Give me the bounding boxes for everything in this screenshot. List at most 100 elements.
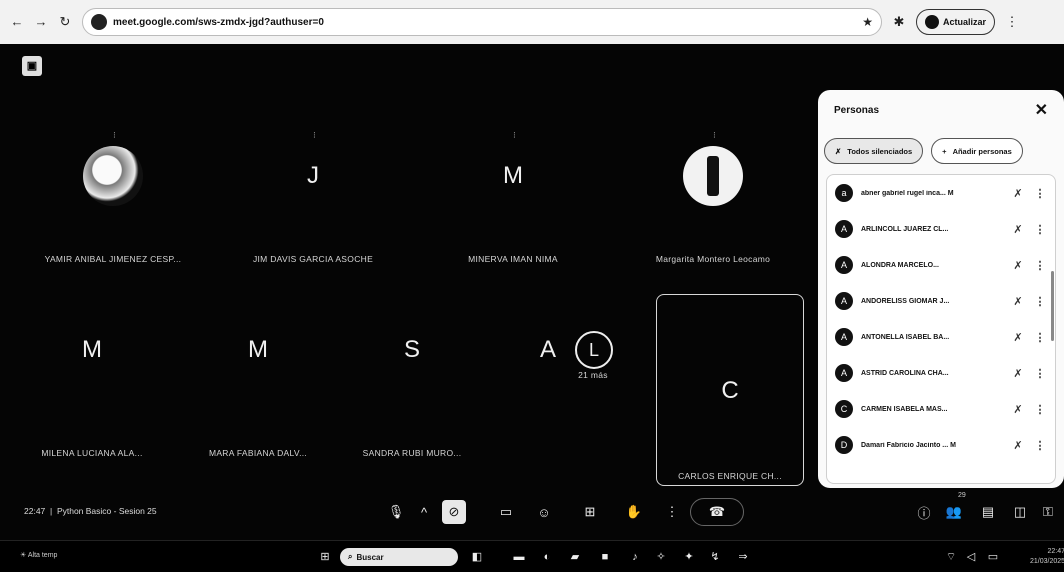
participant-avatar: S	[403, 336, 420, 363]
participant-tile[interactable]: ⁝ Margarita Montero Leocamo	[614, 74, 812, 264]
more-vert-icon[interactable]: ⋮	[1033, 367, 1047, 380]
mic-off-icon[interactable]: ✗	[1011, 259, 1025, 272]
weather-widget[interactable]: ☀ Alta temp	[20, 551, 57, 559]
more-vert-icon[interactable]: ⋮	[1033, 187, 1047, 200]
people-list[interactable]: a abner gabriel rugel inca... M ✗ ⋮ A AR…	[826, 174, 1056, 484]
extensions-icon[interactable]: ✱	[892, 15, 906, 29]
list-item[interactable]: A ANDORELISS GIOMAR J... ✗ ⋮	[827, 283, 1055, 319]
more-vert-icon[interactable]: ⋮	[1033, 403, 1047, 416]
url-text[interactable]: meet.google.com/sws-zmdx-jgd?authuser=0	[113, 17, 856, 28]
mic-off-icon[interactable]: ✗	[1011, 295, 1025, 308]
browser-menu-icon[interactable]: ⋮	[1005, 15, 1019, 29]
mic-options-chevron-icon[interactable]: ^	[412, 500, 436, 524]
browser-toolbar: ← → ↻ meet.google.com/sws-zmdx-jgd?authu…	[0, 0, 1064, 44]
more-vert-icon[interactable]: ⋮	[1033, 331, 1047, 344]
system-clock[interactable]: 22:47 21/03/2025	[1030, 547, 1064, 567]
forward-icon[interactable]: →	[34, 15, 48, 29]
address-bar[interactable]: meet.google.com/sws-zmdx-jgd?authuser=0 …	[82, 8, 882, 36]
bookmark-star-icon[interactable]: ★	[862, 15, 873, 29]
mic-off-icon[interactable]: ✗	[1011, 223, 1025, 236]
info-icon[interactable]: ⓘ	[912, 500, 936, 524]
add-people-button[interactable]: + Añadir personas	[931, 138, 1023, 164]
taskbar-app-icon[interactable]: ■	[598, 550, 612, 564]
people-panel: Personas ✕ ✗ Todos silenciados + Añadir …	[818, 90, 1064, 488]
more-vert-icon[interactable]: ⋮	[1033, 259, 1047, 272]
raise-hand-icon[interactable]: ✋	[622, 500, 646, 524]
people-list-scrollbar[interactable]	[1051, 271, 1054, 341]
more-count-label: 21 más	[578, 370, 608, 380]
participant-tile[interactable]: ⁝ YAMIR ANIBAL JIMENEZ CESP...	[14, 74, 212, 264]
mic-toggle-icon[interactable]: 🎙	[384, 500, 408, 524]
list-item[interactable]: D Damari Fabricio Jacinto ... M ✗ ⋮	[827, 427, 1055, 463]
tile-menu-icon[interactable]: ⁝	[313, 130, 316, 141]
taskbar-app-icon[interactable]: ▰	[568, 550, 582, 564]
list-item[interactable]: A ANTONELLA ISABEL BA... ✗ ⋮	[827, 319, 1055, 355]
tile-menu-icon[interactable]: ⁝	[113, 130, 116, 141]
people-icon[interactable]: 👥	[942, 500, 966, 524]
person-name: abner gabriel rugel inca... M	[861, 189, 954, 197]
participant-tile[interactable]: ⁝ M MINERVA IMAN NIMA	[414, 74, 612, 264]
mute-all-button[interactable]: ✗ Todos silenciados	[824, 138, 924, 164]
mic-off-icon[interactable]: ✗	[1011, 331, 1025, 344]
more-vert-icon[interactable]: ⋮	[1033, 295, 1047, 308]
back-icon[interactable]: ←	[10, 15, 24, 29]
avatar: C	[835, 400, 853, 418]
hang-up-icon: ☎	[708, 504, 726, 519]
more-vert-icon[interactable]: ⋮	[1033, 439, 1047, 452]
file-explorer-icon[interactable]: ▬	[512, 550, 526, 564]
more-options-icon[interactable]: ⋮	[660, 500, 684, 524]
os-taskbar: ☀ Alta temp ⊞ ⌕ Buscar ◧ ▬ ◐ ▰ ■ ♪ ✧ ✦ ↯…	[0, 540, 1064, 572]
battery-icon[interactable]: ▭	[986, 550, 1000, 564]
volume-icon[interactable]: ◁	[964, 550, 978, 564]
list-item[interactable]: A ARLINCOLL JUAREZ CL... ✗ ⋮	[827, 211, 1055, 247]
emoji-icon[interactable]: ☺	[532, 500, 556, 524]
wifi-icon[interactable]: ⌔	[944, 550, 958, 564]
clock-time: 22:47	[1047, 548, 1064, 555]
chat-icon[interactable]: ▤	[976, 500, 1000, 524]
meeting-stage: ▣ ⁝ YAMIR ANIBAL JIMENEZ CESP... ⁝ J JIM…	[0, 44, 1064, 540]
active-speaker-tile[interactable]: C CARLOS ENRIQUE CH...	[656, 294, 804, 486]
profile-button[interactable]: Actualizar	[916, 9, 996, 35]
reload-icon[interactable]: ↻	[58, 15, 72, 29]
tile-menu-icon[interactable]: ⁝	[713, 130, 716, 141]
captions-icon[interactable]: ▭	[494, 500, 518, 524]
person-name: ANDORELISS GIOMAR J...	[861, 297, 950, 305]
host-controls-icon[interactable]: ⚿	[1036, 500, 1060, 524]
person-name: ALONDRA MARCELO...	[861, 261, 939, 269]
more-participants-tile[interactable]: A L 21 más	[478, 280, 648, 470]
participant-avatar	[83, 146, 143, 206]
more-vert-icon[interactable]: ⋮	[1033, 223, 1047, 236]
mic-off-icon[interactable]: ✗	[1011, 367, 1025, 380]
mic-off-icon[interactable]: ✗	[1011, 403, 1025, 416]
taskbar-app-icon[interactable]: ↯	[708, 550, 722, 564]
task-view-icon[interactable]: ◧	[470, 550, 484, 564]
participant-avatar: M	[503, 162, 523, 189]
profile-label: Actualizar	[943, 17, 987, 27]
taskbar-app-icon[interactable]: ♪	[628, 550, 642, 564]
meeting-info: 22:47 | Python Basico - Sesion 25	[24, 506, 157, 516]
participant-name: Margarita Montero Leocamo	[655, 254, 771, 264]
leave-call-button[interactable]: ☎	[690, 498, 744, 526]
mic-off-icon[interactable]: ✗	[1011, 187, 1025, 200]
browser-icon[interactable]: ◐	[540, 550, 554, 564]
site-info-icon[interactable]	[91, 14, 107, 30]
present-icon[interactable]: ⊞	[578, 500, 602, 524]
list-item[interactable]: A ASTRID CAROLINA CHA... ✗ ⋮	[827, 355, 1055, 391]
avatar: A	[835, 256, 853, 274]
list-item[interactable]: A ALONDRA MARCELO... ✗ ⋮	[827, 247, 1055, 283]
list-item[interactable]: C CARMEN ISABELA MAS... ✗ ⋮	[827, 391, 1055, 427]
participant-tile[interactable]: ⁝ J JIM DAVIS GARCIA ASOCHE	[214, 74, 412, 264]
avatar: D	[835, 436, 853, 454]
taskbar-app-icon[interactable]: ✦	[682, 550, 696, 564]
tile-menu-icon[interactable]: ⁝	[513, 130, 516, 141]
start-icon[interactable]: ⊞	[318, 550, 332, 564]
taskbar-search[interactable]: ⌕ Buscar	[340, 548, 458, 566]
activities-icon[interactable]: ◫	[1008, 500, 1032, 524]
list-item[interactable]: a abner gabriel rugel inca... M ✗ ⋮	[827, 175, 1055, 211]
camera-off-icon[interactable]: ⊘	[442, 500, 466, 524]
mic-off-icon[interactable]: ✗	[1011, 439, 1025, 452]
taskbar-app-icon[interactable]: ⇒	[736, 550, 750, 564]
taskbar-app-icon[interactable]: ✧	[654, 550, 668, 564]
close-icon[interactable]: ✕	[1035, 100, 1048, 120]
participant-name: CARLOS ENRIQUE CH...	[678, 471, 782, 481]
